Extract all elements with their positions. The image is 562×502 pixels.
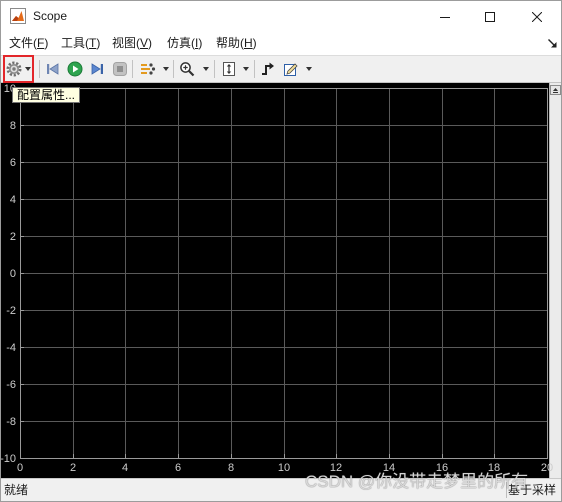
scope-window: Scope 文件(F) 工具(T) 视图(V) 仿真(I) 帮助(H) 0 2 … xyxy=(0,0,562,502)
x-tick-label: 0 xyxy=(17,462,23,474)
undock-arrow-icon[interactable] xyxy=(547,38,558,49)
y-tick-label: 4 xyxy=(10,194,16,206)
close-icon xyxy=(532,11,542,22)
grid-layer xyxy=(20,88,548,459)
x-tick-label: 2 xyxy=(70,462,76,474)
chevron-down-icon xyxy=(202,67,209,71)
highlight-signal-dropdown[interactable] xyxy=(161,59,170,79)
style-icon xyxy=(284,63,298,76)
plot-side-strip xyxy=(549,83,561,478)
minimize-button[interactable] xyxy=(422,1,468,32)
step-forward-button[interactable] xyxy=(87,59,107,79)
triggers-icon xyxy=(262,62,274,75)
y-tick-label: 8 xyxy=(10,120,16,132)
x-tick-label: 4 xyxy=(122,462,128,474)
menu-bar: 文件(F) 工具(T) 视图(V) 仿真(I) 帮助(H) xyxy=(1,33,561,55)
toolbar-separator xyxy=(214,60,215,78)
style-dropdown[interactable] xyxy=(304,59,313,79)
zoom-dropdown[interactable] xyxy=(201,59,210,79)
status-text: 就绪 xyxy=(4,483,29,497)
chevron-down-icon xyxy=(242,67,249,71)
watermark: CSDN @你没带走梦里的所有 xyxy=(305,472,529,491)
highlight-box xyxy=(3,55,34,83)
toolbar-separator xyxy=(254,60,255,78)
x-tick-label: 6 xyxy=(175,462,181,474)
expand-arrow-icon[interactable] xyxy=(550,84,561,95)
maximize-icon xyxy=(485,11,495,22)
menu-file[interactable]: 文件(F) xyxy=(8,36,49,51)
y-tick-label: -2 xyxy=(6,305,16,317)
matlab-scope-icon xyxy=(10,8,26,24)
toolbar-separator xyxy=(173,60,174,78)
y-tick-label: -10 xyxy=(0,453,16,465)
window-title: Scope xyxy=(33,9,68,23)
y-tick-label: -6 xyxy=(6,379,16,391)
y-tick-label: -8 xyxy=(6,416,16,428)
title-bar[interactable]: Scope xyxy=(1,1,561,33)
step-back-icon xyxy=(47,63,59,75)
x-tick-label: 10 xyxy=(278,462,290,474)
scope-axes[interactable]: 0 2 4 6 8 10 12 14 16 18 201086420-2-4-6-8-10 xyxy=(1,83,553,478)
toolbar-separator xyxy=(132,60,133,78)
menu-view[interactable]: 视图(V) xyxy=(111,36,153,51)
autoscale-icon xyxy=(223,62,235,76)
run-icon xyxy=(67,61,83,77)
x-tick-label: 8 xyxy=(228,462,234,474)
stop-button[interactable] xyxy=(110,59,130,79)
highlight-signal-button[interactable] xyxy=(138,59,158,79)
style-button[interactable] xyxy=(281,59,301,79)
triggers-button[interactable] xyxy=(258,59,278,79)
close-button[interactable] xyxy=(514,1,560,32)
y-tick-label: 2 xyxy=(10,231,16,243)
highlight-signal-icon xyxy=(141,63,156,75)
menu-help[interactable]: 帮助(H) xyxy=(215,36,258,51)
autoscale-button[interactable] xyxy=(219,59,239,79)
run-button[interactable] xyxy=(65,59,85,79)
maximize-button[interactable] xyxy=(467,1,513,32)
zoom-in-icon xyxy=(180,62,195,77)
chevron-down-icon xyxy=(305,67,312,71)
y-tick-label: -4 xyxy=(6,342,16,354)
menu-tools[interactable]: 工具(T) xyxy=(60,36,101,51)
toolbar xyxy=(1,55,561,83)
chevron-down-icon xyxy=(162,67,169,71)
x-tick-label: 20 xyxy=(541,462,553,474)
y-tick-label: 6 xyxy=(10,157,16,169)
tick-label-layer: 0 2 4 6 8 10 12 14 16 18 201086420-2-4-6-8-10 xyxy=(0,83,553,474)
zoom-in-button[interactable] xyxy=(177,59,197,79)
autoscale-dropdown[interactable] xyxy=(241,59,250,79)
minimize-icon xyxy=(440,16,450,18)
stop-icon xyxy=(113,62,127,76)
y-tick-label: 0 xyxy=(10,268,16,280)
step-back-button[interactable] xyxy=(43,59,63,79)
menu-simulation[interactable]: 仿真(I) xyxy=(166,36,203,51)
toolbar-separator xyxy=(39,60,40,78)
step-forward-icon xyxy=(91,63,103,75)
tooltip: 配置属性... xyxy=(12,87,81,103)
